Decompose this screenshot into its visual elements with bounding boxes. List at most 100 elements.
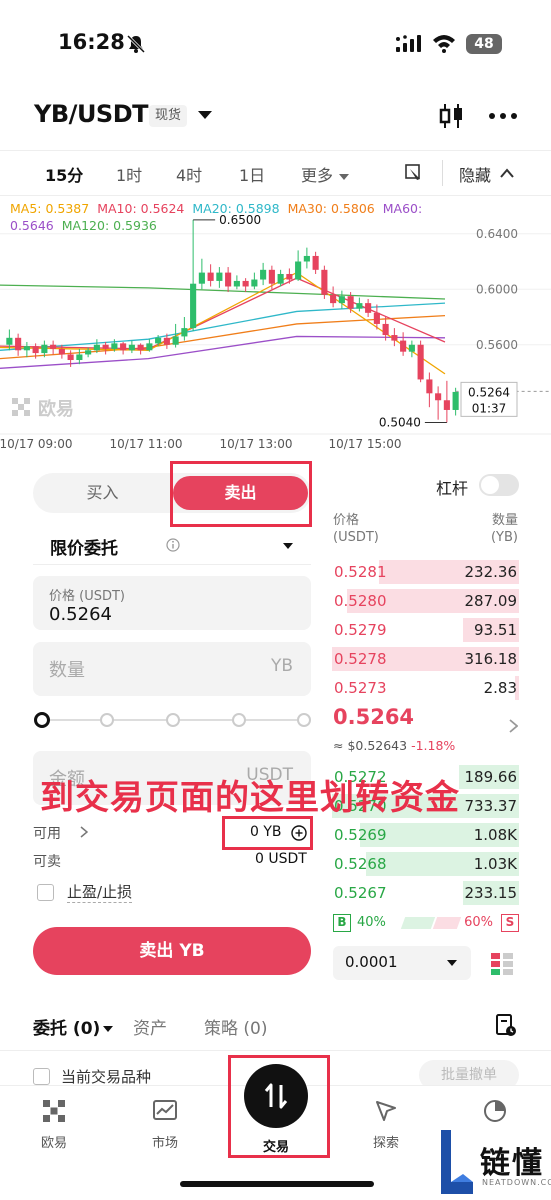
leverage-label: 杠杆	[436, 479, 469, 498]
bid-price: 0.5267	[334, 884, 387, 902]
price-input[interactable]: 价格 (USDT) 0.5264	[33, 576, 311, 630]
quantity-input[interactable]: 数量 YB	[33, 642, 311, 696]
last-price-usd: ≈ $0.52643 -1.18%	[333, 738, 455, 753]
candle-body	[303, 255, 310, 262]
candle-body	[50, 344, 57, 349]
available-label: 可用	[33, 826, 61, 842]
precision-value: 0.0001	[345, 953, 398, 971]
ma-legend-item: MA30: 0.5806	[287, 201, 375, 216]
candle-body	[321, 269, 328, 295]
sell-submit-button[interactable]: 卖出 YB	[33, 927, 311, 975]
candle-body	[338, 296, 345, 304]
ask-qty: 287.09	[464, 592, 518, 610]
tab-1d[interactable]: 1日	[239, 162, 265, 186]
ma-line-ma120	[0, 284, 446, 300]
nav-explore[interactable]: 探索	[346, 1098, 426, 1151]
ob-price-unit: (USDT)	[333, 530, 379, 545]
ask-price: 0.5273	[334, 679, 387, 697]
slider-step-75[interactable]	[232, 713, 246, 727]
candlestick-icon[interactable]	[438, 102, 466, 130]
bid-row[interactable]: 0.5268 1.03K	[332, 852, 519, 876]
candle-body	[128, 344, 135, 351]
ask-row[interactable]: 0.5281 232.36	[332, 560, 519, 584]
candle-body	[58, 348, 65, 355]
tab-orders[interactable]: 委托 (0)	[33, 1014, 114, 1039]
candle-body	[382, 323, 389, 336]
tab-more[interactable]: 更多	[301, 162, 350, 186]
ma-legend-item: MA5: 0.5387	[10, 201, 90, 216]
tab-strategy[interactable]: 策略 (0)	[204, 1014, 267, 1039]
slider-knob[interactable]	[34, 712, 50, 728]
order-type-select[interactable]: 限价委托	[33, 527, 311, 565]
candle-body	[93, 344, 100, 351]
leverage-toggle[interactable]	[479, 474, 519, 496]
assets-pie-icon[interactable]	[482, 1098, 508, 1124]
x-tick-label: 10/17 11:00	[110, 437, 183, 451]
nav-explore-label: 探索	[372, 1136, 399, 1151]
nav-home-label: 欧易	[40, 1136, 67, 1151]
candle-body	[426, 379, 433, 394]
ask-row[interactable]: 0.5273 2.83	[332, 676, 519, 700]
candle-body	[76, 354, 83, 361]
current-price-label: 0.5264	[468, 385, 510, 399]
ask-qty: 232.36	[464, 563, 518, 581]
nav-market[interactable]: 市场	[125, 1098, 205, 1151]
nav-home[interactable]: 欧易	[14, 1098, 94, 1151]
price-chart[interactable]: 0.64000.60000.56000.526401:370.65000.504…	[0, 196, 551, 458]
orderbook-layout-icon[interactable]	[488, 950, 516, 978]
tab-4h[interactable]: 4时	[176, 162, 202, 186]
watermark-logo-square	[24, 410, 30, 416]
more-icon[interactable]	[487, 104, 519, 128]
hide-chart-button[interactable]: 隐藏	[459, 162, 491, 186]
watermark-logo-square	[18, 404, 24, 410]
quantity-unit: YB	[270, 656, 293, 676]
ask-price: 0.5279	[334, 621, 387, 639]
draw-tool-icon[interactable]	[404, 163, 424, 183]
candle-body	[295, 261, 302, 280]
divider	[442, 160, 443, 186]
candle-body	[400, 340, 407, 352]
last-price[interactable]: 0.5264	[333, 705, 414, 729]
tp-sl-checkbox[interactable]	[37, 884, 54, 901]
bid-row[interactable]: 0.5269 1.08K	[332, 823, 519, 847]
ask-price: 0.5280	[334, 592, 387, 610]
current-pair-checkbox[interactable]	[33, 1068, 50, 1085]
tab-1h[interactable]: 1时	[116, 162, 142, 186]
slider-step-100[interactable]	[297, 713, 311, 727]
ask-row[interactable]: 0.5278 316.18	[332, 647, 519, 671]
bid-row[interactable]: 0.5267 233.15	[332, 881, 519, 905]
candle-body	[365, 303, 372, 313]
candle-body	[155, 337, 162, 344]
slider-step-25[interactable]	[100, 713, 114, 727]
ma-legend: MA5: 0.5387 MA10: 0.5624 MA20: 0.5898 MA30:…	[10, 200, 450, 234]
tab-15m[interactable]: 15分	[45, 162, 83, 186]
x-tick-label: 10/17 13:00	[220, 437, 293, 451]
order-history-icon[interactable]	[494, 1013, 518, 1037]
precision-select[interactable]: 0.0001	[333, 946, 471, 980]
pair-title[interactable]: YB/USDT	[34, 100, 149, 128]
chevron-up-icon[interactable]	[500, 168, 514, 178]
ask-price: 0.5281	[334, 563, 387, 581]
okx-logo-icon	[43, 1100, 65, 1122]
tab-more-label: 更多	[301, 166, 334, 185]
chevron-right-icon[interactable]	[509, 719, 518, 733]
candle-body	[373, 312, 380, 324]
info-icon[interactable]	[166, 538, 180, 552]
tab-assets[interactable]: 资产	[133, 1014, 167, 1039]
amount-slider[interactable]	[33, 712, 311, 728]
nav-market-label: 市场	[151, 1136, 178, 1151]
chevron-down-icon	[283, 543, 293, 549]
ma-legend-item: MA120: 0.5936	[61, 218, 157, 233]
ask-row[interactable]: 0.5280 287.09	[332, 589, 519, 613]
pair-dropdown-icon[interactable]	[198, 111, 212, 119]
buy-tab[interactable]: 买入	[33, 473, 172, 513]
candle-body	[260, 269, 267, 280]
sell-ratio-badge: S	[501, 914, 519, 932]
chart-watermark: 欧易	[38, 398, 74, 420]
slider-step-50[interactable]	[166, 713, 180, 727]
countdown-label: 01:37	[472, 401, 507, 415]
ask-row[interactable]: 0.5279 93.51	[332, 618, 519, 642]
candle-body	[32, 346, 39, 354]
watermark-logo-square	[12, 398, 18, 404]
chevron-right-icon[interactable]	[80, 826, 88, 838]
